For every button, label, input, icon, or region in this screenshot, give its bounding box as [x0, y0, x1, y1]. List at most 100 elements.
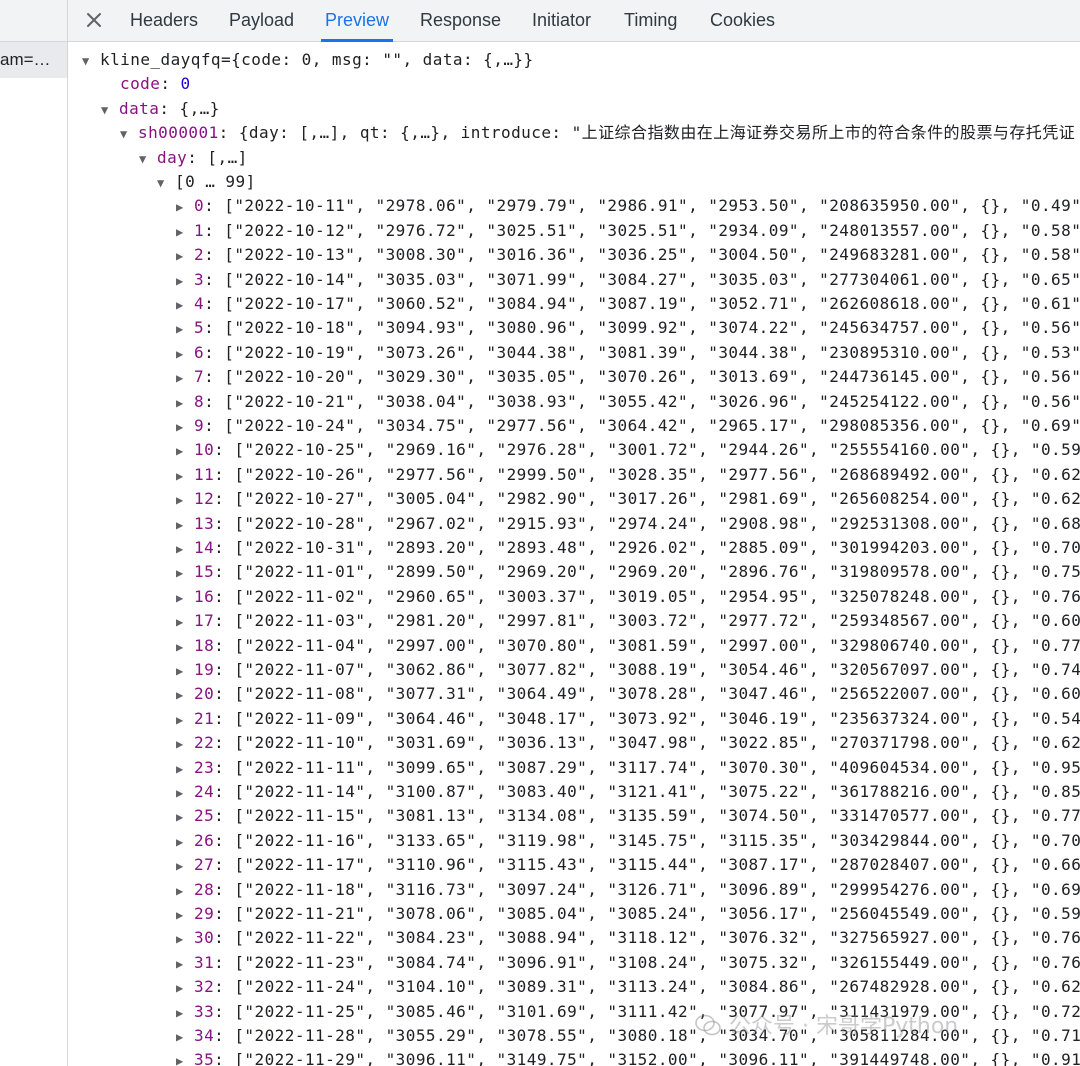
tab-timing[interactable]: Timing: [624, 0, 677, 41]
collapsed-triangle-icon[interactable]: ▶: [176, 269, 194, 293]
collapsed-triangle-icon[interactable]: ▶: [176, 342, 194, 366]
collapsed-triangle-icon[interactable]: ▶: [176, 513, 194, 537]
day-item-row[interactable]: ▶ 10: ["2022-10-25", "2969.16", "2976.28"…: [176, 438, 1080, 462]
collapsed-triangle-icon[interactable]: ▶: [176, 635, 194, 659]
collapsed-triangle-icon[interactable]: ▶: [176, 439, 194, 463]
day-item-row[interactable]: ▶ 19: ["2022-11-07", "3062.86", "3077.82"…: [176, 658, 1080, 682]
day-item-row[interactable]: ▶ 21: ["2022-11-09", "3064.46", "3048.17"…: [176, 707, 1080, 731]
collapsed-triangle-icon[interactable]: ▶: [176, 854, 194, 878]
tree-node-root[interactable]: ▼ kline_dayqfq={code: 0, msg: "", data: {…: [82, 48, 534, 72]
tab-preview[interactable]: Preview: [320, 0, 394, 42]
expanded-triangle-icon[interactable]: ▼: [157, 171, 175, 195]
collapsed-triangle-icon[interactable]: ▶: [176, 683, 194, 707]
collapsed-triangle-icon[interactable]: ▶: [176, 220, 194, 244]
collapsed-triangle-icon[interactable]: ▶: [176, 732, 194, 756]
collapsed-triangle-icon[interactable]: ▶: [176, 805, 194, 829]
collapsed-triangle-icon[interactable]: ▶: [176, 537, 194, 561]
day-item-row[interactable]: ▶ 8: ["2022-10-21", "3038.04", "3038.93",…: [176, 390, 1080, 414]
day-item-row[interactable]: ▶ 18: ["2022-11-04", "2997.00", "3070.80"…: [176, 634, 1080, 658]
tab-cookies[interactable]: Cookies: [710, 0, 775, 41]
day-item-row[interactable]: ▶ 6: ["2022-10-19", "3073.26", "3044.38",…: [176, 341, 1080, 365]
item-values: "2022-11-17", "3110.96", "3115.43", "311…: [244, 855, 1080, 875]
collapsed-triangle-icon[interactable]: ▶: [176, 195, 194, 219]
day-item-row[interactable]: ▶ 9: ["2022-10-24", "3034.75", "2977.56",…: [176, 414, 1080, 438]
day-item-row[interactable]: ▶ 15: ["2022-11-01", "2899.50", "2969.20"…: [176, 560, 1080, 584]
day-item-row[interactable]: ▶ 5: ["2022-10-18", "3094.93", "3080.96",…: [176, 316, 1080, 340]
item-values: "2022-11-25", "3085.46", "3101.69", "311…: [244, 1001, 1080, 1021]
collapsed-triangle-icon[interactable]: ▶: [176, 610, 194, 634]
collapsed-triangle-icon[interactable]: ▶: [176, 561, 194, 585]
day-item-row[interactable]: ▶ 24: ["2022-11-14", "3100.87", "3083.40"…: [176, 780, 1080, 804]
day-item-row[interactable]: ▶ 12: ["2022-10-27", "3005.04", "2982.90"…: [176, 487, 1080, 511]
expanded-triangle-icon[interactable]: ▼: [101, 98, 119, 122]
collapsed-triangle-icon[interactable]: ▶: [176, 781, 194, 805]
day-item-row[interactable]: ▶ 3: ["2022-10-14", "3035.03", "3071.99",…: [176, 268, 1080, 292]
item-index: 11: [194, 464, 215, 484]
collapsed-triangle-icon[interactable]: ▶: [176, 1001, 194, 1025]
tree-node-sh000001[interactable]: ▼ sh000001: {day: [,…], qt: {,…}, introdu…: [120, 121, 1075, 145]
day-item-row[interactable]: ▶ 25: ["2022-11-15", "3081.13", "3134.08"…: [176, 804, 1080, 828]
expanded-triangle-icon[interactable]: ▼: [120, 122, 138, 146]
collapsed-triangle-icon[interactable]: ▶: [176, 659, 194, 683]
day-item-row[interactable]: ▶ 33: ["2022-11-25", "3085.46", "3101.69"…: [176, 1000, 1080, 1024]
day-item-row[interactable]: ▶ 28: ["2022-11-18", "3116.73", "3097.24"…: [176, 878, 1080, 902]
day-item-row[interactable]: ▶ 1: ["2022-10-12", "2976.72", "3025.51",…: [176, 219, 1080, 243]
collapsed-triangle-icon[interactable]: ▶: [176, 927, 194, 951]
tab-payload[interactable]: Payload: [229, 0, 294, 41]
close-icon[interactable]: [84, 10, 104, 30]
tab-headers[interactable]: Headers: [130, 0, 198, 41]
day-item-row[interactable]: ▶ 13: ["2022-10-28", "2967.02", "2915.93"…: [176, 512, 1080, 536]
day-item-row[interactable]: ▶ 16: ["2022-11-02", "2960.65", "3003.37"…: [176, 585, 1080, 609]
item-index: 32: [194, 977, 215, 997]
expanded-triangle-icon[interactable]: ▼: [82, 49, 100, 73]
tree-node-day[interactable]: ▼ day: [,…]: [139, 146, 248, 170]
day-item-row[interactable]: ▶ 34: ["2022-11-28", "3055.29", "3078.55"…: [176, 1024, 1080, 1048]
day-item-row[interactable]: ▶ 23: ["2022-11-11", "3099.65", "3087.29"…: [176, 756, 1080, 780]
collapsed-triangle-icon[interactable]: ▶: [176, 586, 194, 610]
collapsed-triangle-icon[interactable]: ▶: [176, 708, 194, 732]
collapsed-triangle-icon[interactable]: ▶: [176, 879, 194, 903]
collapsed-triangle-icon[interactable]: ▶: [176, 1049, 194, 1066]
day-item-row[interactable]: ▶ 30: ["2022-11-22", "3084.23", "3088.94"…: [176, 926, 1080, 950]
day-item-row[interactable]: ▶ 17: ["2022-11-03", "2981.20", "2997.81"…: [176, 609, 1080, 633]
collapsed-triangle-icon[interactable]: ▶: [176, 1025, 194, 1049]
day-item-row[interactable]: ▶ 31: ["2022-11-23", "3084.74", "3096.91"…: [176, 951, 1080, 975]
collapsed-triangle-icon[interactable]: ▶: [176, 366, 194, 390]
tree-node-range[interactable]: ▼ [0 … 99]: [157, 170, 256, 194]
collapsed-triangle-icon[interactable]: ▶: [176, 391, 194, 415]
collapsed-triangle-icon[interactable]: ▶: [176, 464, 194, 488]
day-item-row[interactable]: ▶ 35: ["2022-11-29", "3096.11", "3149.75"…: [176, 1048, 1080, 1066]
day-item-row[interactable]: ▶ 2: ["2022-10-13", "3008.30", "3016.36",…: [176, 243, 1080, 267]
request-list-panel: am=…: [0, 0, 68, 1066]
collapsed-triangle-icon[interactable]: ▶: [176, 757, 194, 781]
day-item-row[interactable]: ▶ 32: ["2022-11-24", "3104.10", "3089.31"…: [176, 975, 1080, 999]
day-item-row[interactable]: ▶ 7: ["2022-10-20", "3029.30", "3035.05",…: [176, 365, 1080, 389]
day-item-row[interactable]: ▶ 20: ["2022-11-08", "3077.31", "3064.49"…: [176, 682, 1080, 706]
collapsed-triangle-icon[interactable]: ▶: [176, 488, 194, 512]
tree-node-data[interactable]: ▼ data: {,…}: [101, 97, 220, 121]
item-index: 17: [194, 611, 215, 631]
day-item-row[interactable]: ▶ 29: ["2022-11-21", "3078.06", "3085.04"…: [176, 902, 1080, 926]
day-item-row[interactable]: ▶ 14: ["2022-10-31", "2893.20", "2893.48"…: [176, 536, 1080, 560]
collapsed-triangle-icon[interactable]: ▶: [176, 952, 194, 976]
request-name: am=…: [0, 50, 51, 69]
item-values: "2022-11-23", "3084.74", "3096.91", "310…: [244, 952, 1080, 972]
collapsed-triangle-icon[interactable]: ▶: [176, 293, 194, 317]
collapsed-triangle-icon[interactable]: ▶: [176, 903, 194, 927]
day-item-row[interactable]: ▶ 11: ["2022-10-26", "2977.56", "2999.50"…: [176, 463, 1080, 487]
item-index: 0: [194, 196, 205, 216]
collapsed-triangle-icon[interactable]: ▶: [176, 830, 194, 854]
tab-response[interactable]: Response: [420, 0, 501, 41]
collapsed-triangle-icon[interactable]: ▶: [176, 976, 194, 1000]
request-list-item[interactable]: am=…: [0, 42, 67, 78]
day-item-row[interactable]: ▶ 27: ["2022-11-17", "3110.96", "3115.43"…: [176, 853, 1080, 877]
day-item-row[interactable]: ▶ 0: ["2022-10-11", "2978.06", "2979.79",…: [176, 194, 1080, 218]
collapsed-triangle-icon[interactable]: ▶: [176, 317, 194, 341]
day-item-row[interactable]: ▶ 22: ["2022-11-10", "3031.69", "3036.13"…: [176, 731, 1080, 755]
day-item-row[interactable]: ▶ 26: ["2022-11-16", "3133.65", "3119.98"…: [176, 829, 1080, 853]
expanded-triangle-icon[interactable]: ▼: [139, 147, 157, 171]
collapsed-triangle-icon[interactable]: ▶: [176, 244, 194, 268]
collapsed-triangle-icon[interactable]: ▶: [176, 415, 194, 439]
tab-initiator[interactable]: Initiator: [532, 0, 591, 41]
day-item-row[interactable]: ▶ 4: ["2022-10-17", "3060.52", "3084.94",…: [176, 292, 1080, 316]
